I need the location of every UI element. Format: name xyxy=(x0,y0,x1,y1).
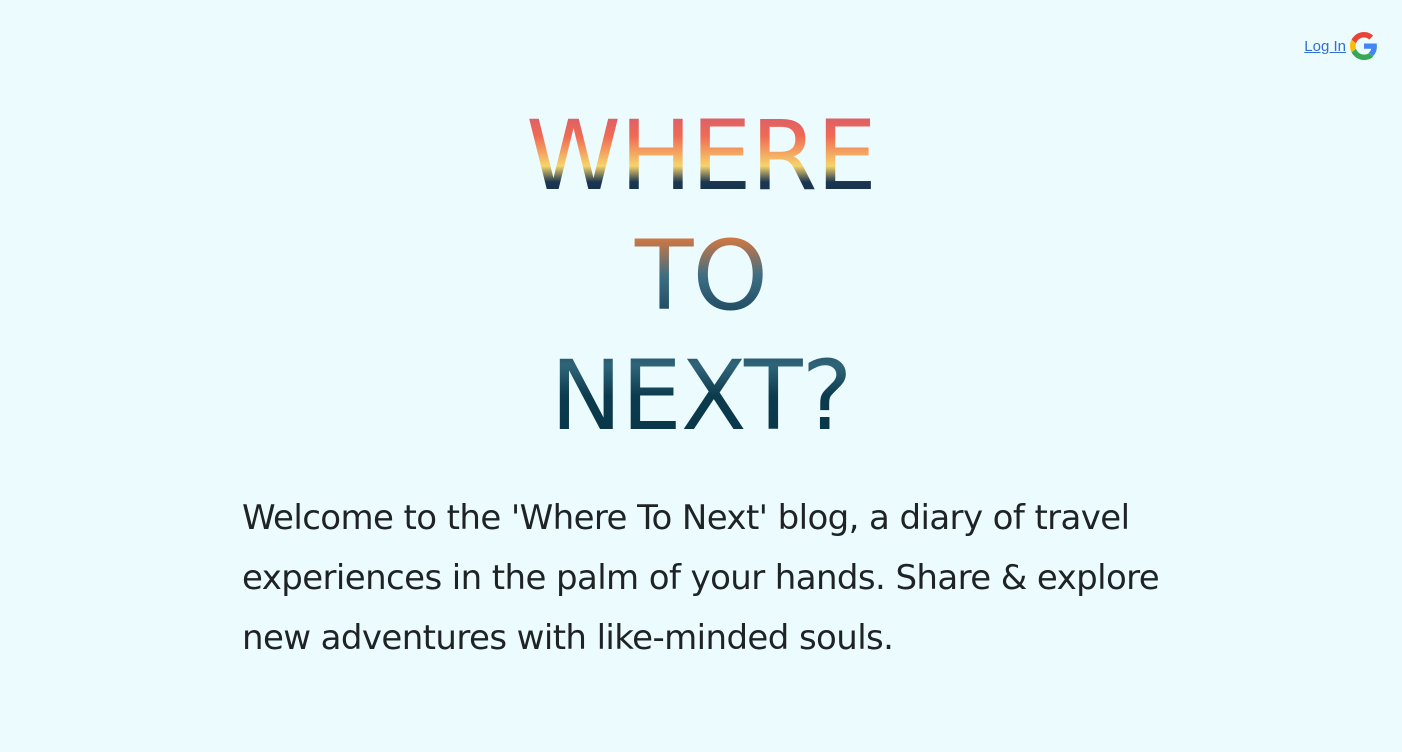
login-label: Log In xyxy=(1304,37,1346,55)
hero-title: WHERE TO NEXT? xyxy=(0,96,1402,456)
google-icon xyxy=(1350,32,1378,60)
hero-title-line-3: NEXT? xyxy=(550,340,852,452)
hero-title-line-2: TO xyxy=(634,220,768,332)
hero-title-line-1: WHERE xyxy=(525,100,877,212)
login-link[interactable]: Log In xyxy=(1304,32,1378,60)
intro-paragraph: Welcome to the 'Where To Next' blog, a d… xyxy=(242,498,1160,658)
